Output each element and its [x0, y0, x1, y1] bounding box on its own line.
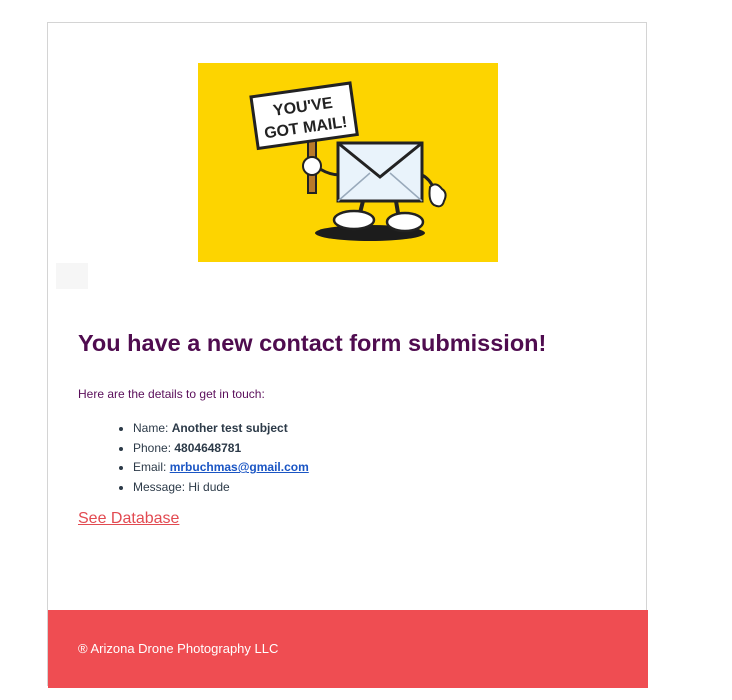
detail-message-value: Hi dude: [188, 479, 230, 494]
mail-mascot-illustration: YOU'VE GOT MAIL!: [249, 81, 447, 241]
intro-text: Here are the details to get in touch:: [78, 387, 265, 401]
detail-phone-value: 4804648781: [174, 440, 242, 455]
details-list: Name: Another test subject Phone: 480464…: [78, 419, 309, 497]
email-link[interactable]: mrbuchmas@gmail.com: [170, 460, 309, 474]
youve-got-mail-image: YOU'VE GOT MAIL!: [198, 63, 498, 262]
detail-name-label: Name:: [133, 421, 172, 435]
detail-phone-label: Phone:: [133, 440, 175, 455]
detail-message: Message: Hi dude: [133, 478, 309, 498]
email-card: YOU'VE GOT MAIL! You have a new contact …: [47, 22, 648, 688]
footer-copyright: ® Arizona Drone Photography LLC: [78, 641, 279, 656]
image-placeholder: [56, 263, 88, 289]
detail-email-label: Email:: [133, 460, 170, 474]
detail-message-label: Message:: [133, 479, 189, 494]
detail-name-value: Another test subject: [171, 421, 288, 435]
see-database-link[interactable]: See Database: [78, 510, 179, 528]
detail-name: Name: Another test subject: [133, 419, 309, 439]
detail-email: Email: mrbuchmas@gmail.com: [133, 458, 309, 478]
footer: ® Arizona Drone Photography LLC: [48, 610, 648, 688]
page-title: You have a new contact form submission!: [78, 330, 547, 356]
detail-phone: Phone: 4804648781: [133, 439, 309, 459]
